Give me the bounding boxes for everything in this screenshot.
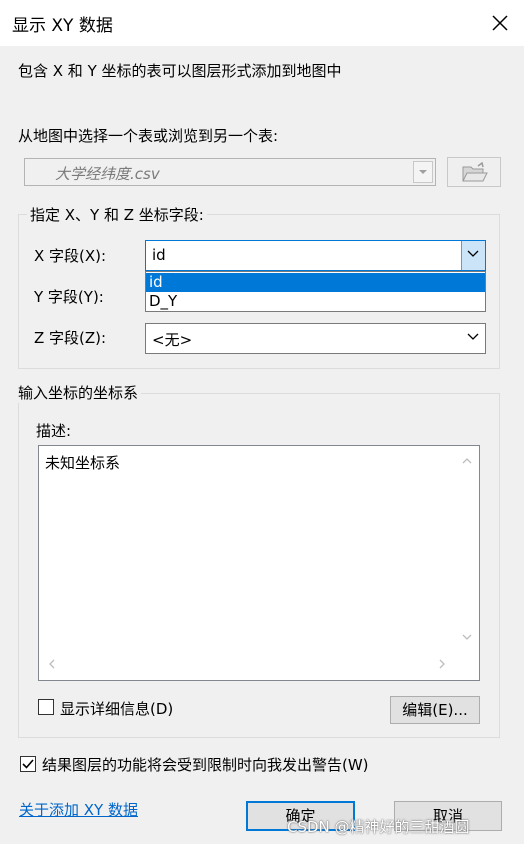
coord-description-text: 未知坐标系 (45, 454, 121, 472)
x-field-dropdown-list: id D_Y (145, 271, 486, 312)
dialog-description: 包含 X 和 Y 坐标的表可以图层形式添加到地图中 (18, 62, 342, 80)
y-field-label: Y 字段(Y): (34, 288, 104, 306)
coord-group-legend: 输入坐标的坐标系 (15, 382, 142, 403)
show-details-checkbox[interactable] (38, 699, 54, 715)
help-link[interactable]: 关于添加 XY 数据 (19, 799, 138, 820)
fields-group-legend: 指定 X、Y 和 Z 坐标字段: (27, 204, 207, 225)
table-select-value: 大学经纬度.csv (55, 165, 160, 183)
x-field-value: id (152, 246, 166, 264)
folder-open-icon (462, 161, 488, 182)
coord-description-box[interactable]: 未知坐标系 (38, 445, 480, 681)
z-field-value: <无> (152, 331, 193, 349)
chevron-down-icon (467, 333, 479, 340)
scroll-left-icon[interactable] (47, 658, 57, 670)
scroll-up-icon[interactable] (461, 456, 473, 466)
scroll-down-icon[interactable] (461, 632, 473, 642)
z-field-label: Z 字段(Z): (34, 329, 107, 347)
table-select-combo[interactable]: 大学经纬度.csv (24, 158, 436, 186)
chevron-down-icon (467, 250, 479, 257)
scroll-right-icon[interactable] (437, 658, 447, 670)
warn-label: 结果图层的功能将会受到限制时向我发出警告(W) (42, 756, 369, 774)
edit-button[interactable]: 编辑(E)... (390, 696, 480, 724)
description-label: 描述: (36, 422, 72, 440)
browse-button[interactable] (447, 157, 501, 187)
x-field-dropdown-button[interactable] (461, 241, 485, 270)
dropdown-option[interactable]: id (146, 273, 485, 292)
watermark: CSDN @精神好的三甜酒圆 (287, 818, 470, 836)
show-details-label: 显示详细信息(D) (60, 700, 174, 718)
z-field-combo[interactable]: <无> (145, 323, 486, 354)
close-icon[interactable] (486, 10, 514, 36)
dropdown-option[interactable]: D_Y (146, 292, 485, 311)
x-field-label: X 字段(X): (34, 247, 107, 265)
window-title: 显示 XY 数据 (12, 16, 113, 36)
table-select-label: 从地图中选择一个表或浏览到另一个表: (18, 127, 279, 145)
checkmark-icon (22, 759, 34, 769)
x-field-combo[interactable]: id (145, 240, 486, 271)
chevron-down-icon (413, 161, 433, 183)
warn-checkbox[interactable] (20, 756, 36, 772)
